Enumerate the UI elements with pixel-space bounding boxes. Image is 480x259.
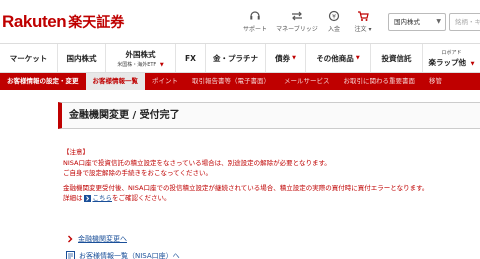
detail-link[interactable]: こちら	[93, 194, 113, 202]
link-label: お客様情報一覧（NISA口座）へ	[79, 251, 180, 259]
global-nav: マーケット 国内株式 外国株式 米国株・海外ETF ▼ FX 金・プラチナ 債券…	[0, 43, 480, 73]
nav-label: 外国株式	[125, 49, 156, 59]
nav-item-bonds[interactable]: 債券 ▼	[266, 44, 306, 72]
subnav-item-transfer[interactable]: 移管	[422, 73, 449, 90]
chevron-down-icon: ▼	[159, 61, 164, 68]
link-customer-info-nisa[interactable]: お客様情報一覧（NISA口座）へ	[66, 249, 180, 259]
nav-label: 楽ラップ他 ▼	[428, 57, 475, 67]
subnav-item-mail-service[interactable]: メールサービス	[277, 73, 337, 90]
nav-label: 債券	[275, 53, 291, 63]
chevron-down-icon: ▼	[470, 60, 475, 67]
logo-text-jp: 楽天証券	[68, 15, 125, 31]
detail-line: 金融機関変更受付後、NISA口座での投信積立設定が継続されている場合、積立設定の…	[63, 183, 429, 192]
navigation-links: 金融機関変更へ お客様情報一覧（NISA口座）へ	[66, 232, 180, 259]
nav-sublabel: 米国株・海外ETF ▼	[117, 61, 164, 68]
list-icon	[66, 251, 75, 259]
nav-label: 国内株式	[66, 53, 97, 63]
detail-link-line: 詳細は こちらをご確認ください。	[63, 193, 480, 204]
search-category-value: 国内株式	[394, 18, 420, 26]
money-bridge-icon	[292, 11, 302, 21]
account-sub-nav: お客様情報の設定・変更 お客様情報一覧 ポイント 取引報告書等（電子書面） メー…	[0, 73, 480, 90]
subnav-item-points[interactable]: ポイント	[145, 73, 185, 90]
order-link[interactable]: 注文 ▾	[339, 10, 387, 33]
chevron-down-icon: ▼	[355, 55, 360, 61]
notice-heading: 【注意】	[63, 148, 89, 156]
nav-item-robo-advisor[interactable]: ロボアド 楽ラップ他 ▼	[423, 44, 480, 72]
detail-suffix: をご確認ください。	[112, 194, 171, 202]
support-link[interactable]: サポート	[231, 10, 279, 33]
logo-text-en: Rakuten	[2, 12, 67, 31]
external-arrow-icon	[83, 194, 91, 202]
cart-icon	[358, 11, 369, 21]
page-title-box: 金融機関変更 / 受付完了	[58, 102, 480, 129]
nav-item-investment-trusts[interactable]: 投資信託	[371, 44, 423, 72]
support-label: サポート	[242, 26, 267, 33]
nav-item-foreign-stocks[interactable]: 外国株式 米国株・海外ETF ▼	[106, 44, 176, 72]
subnav-item-reports[interactable]: 取引報告書等（電子書面）	[185, 73, 277, 90]
svg-text:¥: ¥	[332, 14, 336, 21]
nav-item-fx[interactable]: FX	[176, 44, 206, 72]
chevron-down-icon: ▼	[292, 55, 296, 61]
arrow-right-icon	[68, 235, 73, 242]
notice-block: 【注意】 NISA口座で投資信託の積立設定をなさっている場合は、別途設定の解除が…	[63, 147, 480, 204]
nav-item-other-products[interactable]: その他商品 ▼	[306, 44, 371, 72]
nav-item-gold-platinum[interactable]: 金・プラチナ	[206, 44, 266, 72]
main-content: 金融機関変更 / 受付完了 【注意】 NISA口座で投資信託の積立設定をなさって…	[58, 102, 480, 259]
search-category-select[interactable]: 国内株式 ▼	[388, 13, 446, 31]
detail-prefix: 詳細は	[63, 194, 83, 202]
nav-label: その他商品	[316, 53, 354, 63]
subnav-item-settings[interactable]: お客様情報の設定・変更	[0, 73, 86, 90]
nav-label: 金・プラチナ	[213, 53, 258, 63]
chevron-down-icon: ▼	[436, 18, 441, 25]
nav-label: FX	[185, 53, 196, 63]
nav-item-domestic-stocks[interactable]: 国内株式	[58, 44, 106, 72]
nav-label: 投資信託	[381, 53, 412, 63]
site-header: Rakuten 楽天証券 サポート マネーブリッジ ¥ 入金 注文 ▾ 国内株式…	[0, 0, 480, 43]
link-label: 金融機関変更へ	[78, 234, 127, 243]
order-label: 注文 ▾	[354, 26, 372, 33]
search-input[interactable]: 銘柄・キーワード	[449, 13, 480, 31]
link-financial-institution-change[interactable]: 金融機関変更へ	[66, 232, 180, 245]
rakuten-logo[interactable]: Rakuten 楽天証券	[2, 12, 124, 32]
support-icon	[250, 11, 260, 20]
page-title: 金融機関変更 / 受付完了	[69, 110, 180, 121]
nav-label: マーケット	[9, 53, 48, 63]
subnav-item-important-docs[interactable]: お取引に関わる重要書面	[337, 73, 423, 90]
notice-line: NISA口座で投資信託の積立設定をなさっている場合は、別途設定の解除が必要となり…	[63, 158, 331, 167]
nav-item-market[interactable]: マーケット	[0, 44, 58, 72]
notice-line: ご自身で設定解除の手続きをおこなってください。	[63, 169, 212, 177]
nav-sublabel: ロボアド	[441, 49, 462, 56]
subnav-item-customer-info[interactable]: お客様情報一覧	[85, 73, 145, 90]
